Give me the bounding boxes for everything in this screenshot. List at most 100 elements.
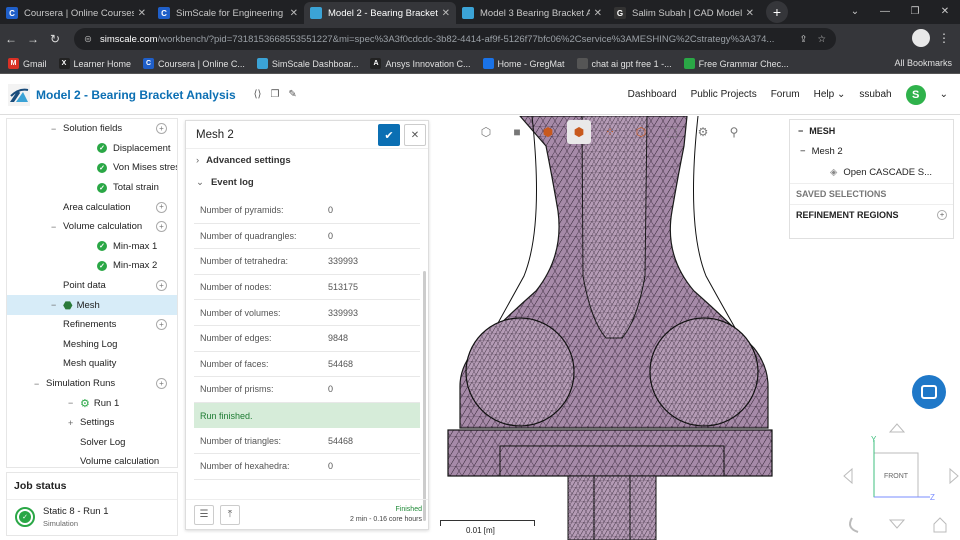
collapse-icon[interactable]: − <box>68 398 73 408</box>
refinement-regions[interactable]: REFINEMENT REGIONS + <box>790 204 953 225</box>
add-icon[interactable]: + <box>937 210 947 220</box>
add-icon[interactable]: + <box>156 201 167 213</box>
tree-item[interactable]: − ⬣ Mesh <box>7 295 177 315</box>
expand-icon[interactable]: + <box>68 418 73 428</box>
browser-tab[interactable]: C Coursera | Online Courses & ✕ <box>0 2 152 24</box>
mesh-section[interactable]: − MESH <box>790 120 953 141</box>
close-tab-icon[interactable]: ✕ <box>138 8 146 19</box>
add-icon[interactable]: + <box>156 280 167 292</box>
url-input[interactable]: ⊜ simscale.com /workbench/?pid=731815366… <box>74 28 836 50</box>
geometry-item[interactable]: ◈ Open CASCADE S... <box>790 162 953 183</box>
bookmark-item[interactable]: chat ai gpt free 1 -... <box>576 58 672 69</box>
solid-view-icon[interactable]: ■ <box>505 120 529 144</box>
settings-gear-icon[interactable]: ⚙ <box>691 120 715 144</box>
tree-item[interactable]: − ⚙ Run 1 <box>7 393 177 413</box>
chat-support-button[interactable] <box>912 375 946 409</box>
add-icon[interactable]: + <box>156 123 167 135</box>
nav-forum[interactable]: Forum <box>771 89 800 100</box>
wrench-icon[interactable]: ⚲ <box>722 120 746 144</box>
close-tab-icon[interactable]: ✕ <box>594 8 602 19</box>
tree-item[interactable]: ✓ Displacement <box>7 139 177 159</box>
tree-item[interactable]: Volume calculation <box>7 452 177 467</box>
tree-item[interactable]: + Settings <box>7 413 177 433</box>
nav-help[interactable]: Help ⌄ <box>814 89 846 100</box>
browser-tab[interactable]: G Salim Subah | CAD Models | ✕ <box>608 2 760 24</box>
tree-item[interactable]: − Simulation Runs + <box>7 374 177 394</box>
copy-icon[interactable]: ❐ <box>270 89 279 100</box>
rotate-ccw-icon[interactable] <box>849 517 859 533</box>
tree-item[interactable]: Solver Log <box>7 433 177 453</box>
rotate-left-icon[interactable] <box>843 467 853 485</box>
bookmark-item[interactable]: Home - GregMat <box>482 58 565 69</box>
mesh-view-icon[interactable]: ⬢ <box>567 120 591 144</box>
home-view-icon[interactable] <box>933 517 947 533</box>
add-icon[interactable]: + <box>156 221 167 233</box>
rotate-right-icon[interactable] <box>949 467 959 485</box>
profile-avatar[interactable] <box>912 29 930 47</box>
tree-item[interactable]: Point data + <box>7 276 177 296</box>
minimize-icon[interactable]: — <box>870 0 900 22</box>
solid-edges-icon[interactable]: ⬢ <box>536 120 560 144</box>
tree-item[interactable]: Area calculation + <box>7 197 177 217</box>
tree-item[interactable]: ✓ Von Mises stress <box>7 158 177 178</box>
scrollbar[interactable] <box>423 271 426 521</box>
bookmark-item[interactable]: C Coursera | Online C... <box>143 58 245 69</box>
all-bookmarks[interactable]: All Bookmarks <box>890 58 952 68</box>
close-tab-icon[interactable]: ✕ <box>746 8 754 19</box>
navigation-cube[interactable]: FRONT Y Z <box>842 420 960 540</box>
box-select-icon[interactable]: ⬚ <box>660 120 684 144</box>
view-cube-icon[interactable]: ⬡ <box>474 120 498 144</box>
bookmark-item[interactable]: SimScale Dashboar... <box>256 58 358 69</box>
tree-item[interactable]: − Volume calculation + <box>7 217 177 237</box>
site-info-icon[interactable]: ⊜ <box>84 34 92 45</box>
log-list-button[interactable]: ☰ <box>194 504 214 525</box>
points-view-icon[interactable]: ⁘ <box>598 120 622 144</box>
browser-tab[interactable]: Model 2 - Bearing Bracket A ✕ <box>304 2 456 24</box>
restore-icon[interactable]: ❐ <box>900 0 930 22</box>
export-button[interactable]: ⤒ <box>220 504 240 525</box>
user-avatar[interactable]: S <box>905 84 926 105</box>
saved-selections[interactable]: SAVED SELECTIONS <box>790 183 953 204</box>
add-icon[interactable]: + <box>156 319 167 331</box>
tree-item[interactable]: Mesh quality <box>7 354 177 374</box>
event-log-toggle[interactable]: ⌄ Event log <box>186 171 428 193</box>
browser-menu-icon[interactable]: ⋮ <box>938 31 950 45</box>
rotate-up-icon[interactable] <box>888 423 906 433</box>
simscale-logo[interactable] <box>8 83 30 106</box>
bookmark-item[interactable]: Free Grammar Chec... <box>683 58 789 69</box>
confirm-button[interactable]: ✔ <box>378 124 400 146</box>
advanced-settings-toggle[interactable]: › Advanced settings <box>186 149 428 171</box>
browser-tab[interactable]: Model 3 Bearing Bracket An ✕ <box>456 2 608 24</box>
close-button[interactable]: ✕ <box>404 124 426 146</box>
reload-icon[interactable]: ↻ <box>44 32 66 46</box>
tree-item[interactable]: ✓ Min-max 2 <box>7 256 177 276</box>
share-icon[interactable]: ⇪ <box>800 34 808 45</box>
browser-tab[interactable]: C SimScale for Engineering Sim ✕ <box>152 2 304 24</box>
collapse-icon[interactable]: − <box>51 124 56 134</box>
bookmark-item[interactable]: M Gmail <box>8 58 47 69</box>
username[interactable]: ssubah <box>859 89 891 100</box>
new-tab-button[interactable]: + <box>766 1 788 23</box>
tree-item[interactable]: ✓ Min-max 1 <box>7 237 177 257</box>
close-window-icon[interactable]: ✕ <box>930 0 960 22</box>
tree-item[interactable]: ✓ Total strain <box>7 178 177 198</box>
bookmark-item[interactable]: A Ansys Innovation C... <box>370 58 471 69</box>
nav-public-projects[interactable]: Public Projects <box>691 89 757 100</box>
mesh-item[interactable]: − Mesh 2 <box>790 141 953 162</box>
rotate-down-icon[interactable] <box>888 519 906 529</box>
back-icon[interactable]: ← <box>0 32 22 46</box>
close-tab-icon[interactable]: ✕ <box>442 8 450 19</box>
wireframe-icon[interactable]: ⬡ <box>629 120 653 144</box>
collapse-icon[interactable]: − <box>51 300 56 310</box>
collapse-icon[interactable]: − <box>34 379 39 389</box>
add-icon[interactable]: + <box>156 378 167 390</box>
tab-search-icon[interactable]: ⌄ <box>840 0 870 22</box>
bookmark-star-icon[interactable]: ☆ <box>817 34 826 45</box>
chevron-down-icon[interactable]: ⌄ <box>940 89 948 100</box>
job-item[interactable]: ✓ Static 8 - Run 1 Simulation <box>7 500 177 534</box>
tree-item[interactable]: − Solution fields + <box>7 119 177 139</box>
collapse-icon[interactable]: − <box>51 222 56 232</box>
tree-item[interactable]: Refinements + <box>7 315 177 335</box>
nav-dashboard[interactable]: Dashboard <box>628 89 677 100</box>
bookmark-item[interactable]: X Learner Home <box>58 58 131 69</box>
